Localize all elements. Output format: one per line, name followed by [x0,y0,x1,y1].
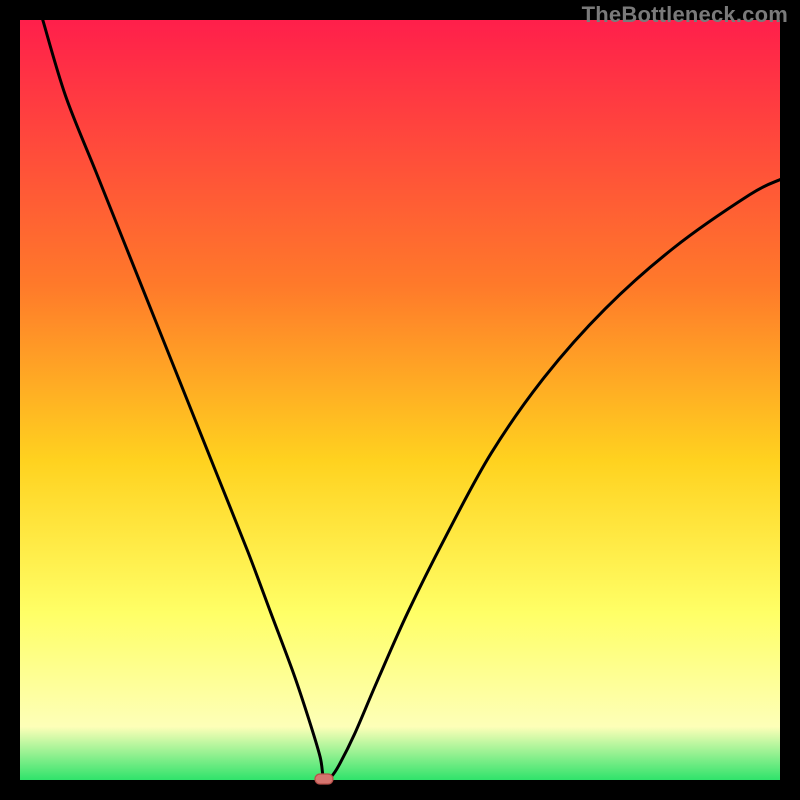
minimum-marker [315,774,333,784]
watermark-text: TheBottleneck.com [582,2,788,28]
bottleneck-chart [0,0,800,800]
plot-background [20,20,780,780]
chart-frame: { "watermark": "TheBottleneck.com", "col… [0,0,800,800]
